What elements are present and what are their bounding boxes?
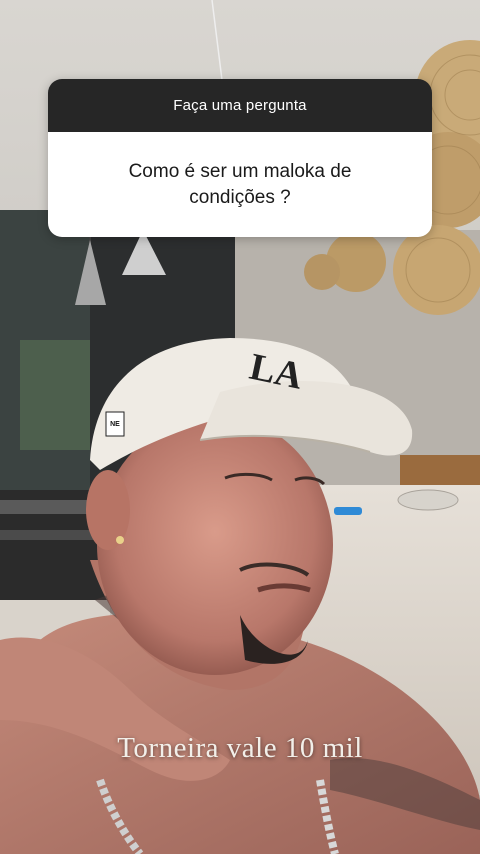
story-viewer: LA NE Faça uma pergunta Como é ser um ma…: [0, 0, 480, 854]
question-sticker-header: Faça uma pergunta: [48, 79, 432, 132]
cap-brand-mark: NE: [110, 420, 120, 428]
story-caption: Torneira vale 10 mil: [117, 732, 363, 764]
question-sticker-text: Como é ser um maloka de condições ?: [48, 132, 432, 237]
question-sticker[interactable]: Faça uma pergunta Como é ser um maloka d…: [48, 79, 432, 237]
